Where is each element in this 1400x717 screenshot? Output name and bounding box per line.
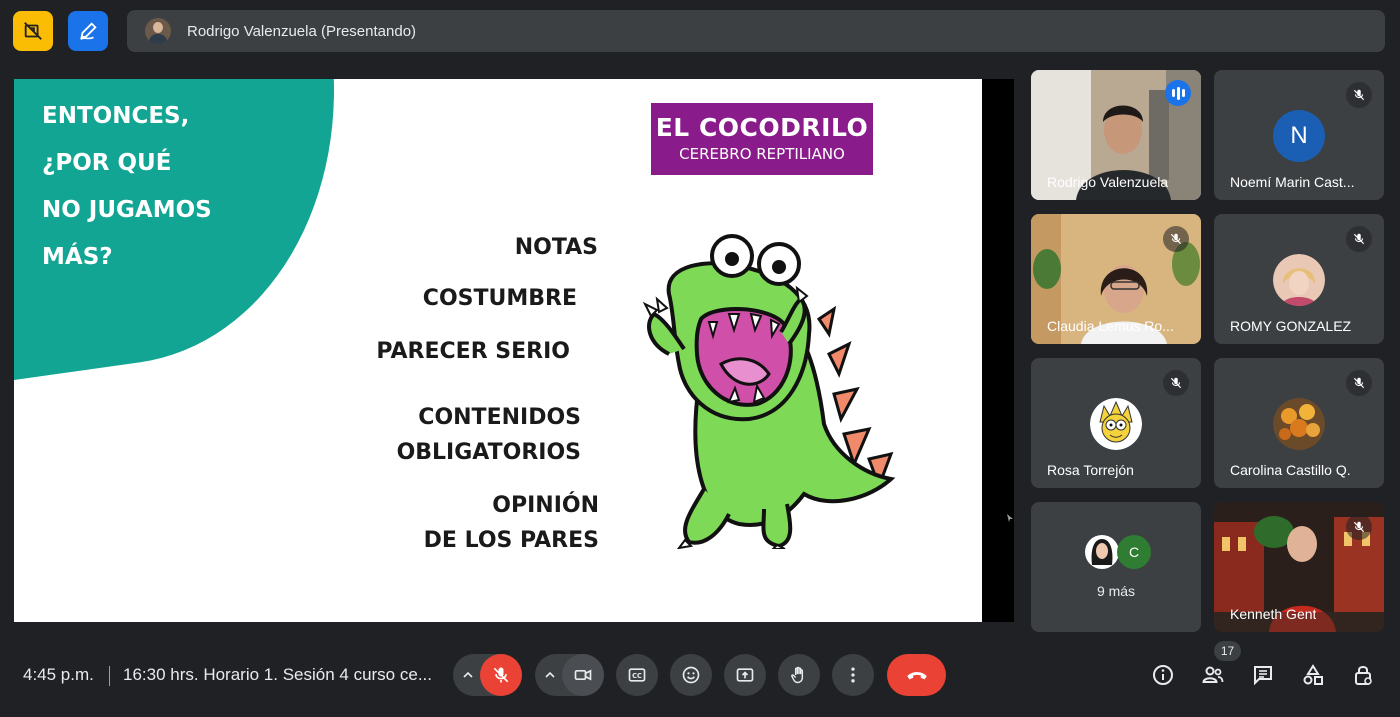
camera-toggle-button[interactable] (562, 654, 604, 696)
more-participants-label: 9 más (1096, 583, 1136, 599)
participant-name: Kenneth Gent (1230, 606, 1317, 622)
participant-tile-rosa[interactable]: Rosa Torrejón (1031, 358, 1201, 488)
activities-button[interactable] (1298, 660, 1328, 690)
lock-person-icon (1355, 666, 1372, 685)
participant-name: ROMY GONZALEZ (1230, 318, 1352, 334)
question-line: MÁS? (42, 244, 113, 270)
mic-off-icon (1346, 82, 1372, 108)
cursor-icon (1007, 514, 1013, 522)
video-camera-icon (574, 669, 592, 681)
reason-item: OPINIÓN (492, 493, 599, 518)
chat-icon (1254, 666, 1272, 686)
end-call-icon (906, 672, 927, 680)
participant-avatar (1090, 398, 1142, 450)
shapes-icon (1303, 664, 1323, 685)
closed-captions-icon: CC (628, 668, 646, 682)
present-icon (736, 668, 754, 682)
reason-item: NOTAS (514, 235, 598, 260)
reason-item: PARECER SERIO (376, 339, 570, 364)
participant-name: Rosa Torrejón (1047, 462, 1134, 478)
participant-name: Rodrigo Valenzuela (1047, 174, 1169, 190)
chevron-up-icon (463, 671, 473, 678)
participant-tile-romy[interactable]: ROMY GONZALEZ (1214, 214, 1384, 344)
participant-name: Carolina Castillo Q. (1230, 462, 1351, 478)
reason-item: DE LOS PARES (423, 528, 599, 553)
participant-tile-rodrigo[interactable]: Rodrigo Valenzuela (1031, 70, 1201, 200)
participant-tile-kenneth[interactable]: Kenneth Gent (1214, 502, 1384, 632)
mic-off-icon (493, 667, 509, 683)
meeting-title: 16:30 hrs. Horario 1. Sesión 4 curso ce.… (123, 665, 432, 684)
leave-call-button[interactable] (887, 654, 946, 696)
raise-hand-button[interactable] (778, 654, 820, 696)
pen-icon (80, 22, 97, 40)
meeting-details-button[interactable] (1148, 660, 1178, 690)
dinosaur-illustration (642, 234, 896, 549)
question-line: ENTONCES, (42, 103, 190, 129)
participant-avatar: C (1117, 535, 1151, 569)
presenter-bar[interactable]: Rodrigo Valenzuela (Presentando) (127, 10, 1385, 52)
people-button[interactable] (1198, 660, 1228, 690)
current-time: 4:45 p.m. (23, 665, 94, 684)
captions-button[interactable]: CC (616, 654, 658, 696)
participant-avatar (1085, 535, 1119, 569)
reactions-button[interactable] (670, 654, 712, 696)
chat-button[interactable] (1248, 660, 1278, 690)
emoji-icon (682, 666, 700, 684)
crocodile-title: EL COCODRILO (655, 113, 869, 142)
mic-off-icon (1346, 514, 1372, 540)
video-options-button[interactable] (538, 654, 562, 696)
speaking-indicator-icon (1165, 80, 1191, 106)
reason-item: OBLIGATORIOS (396, 440, 581, 465)
mic-off-icon (1163, 370, 1189, 396)
hand-icon (791, 666, 804, 684)
participant-avatar (1273, 254, 1325, 306)
more-participants-tile[interactable]: C 9 más (1031, 502, 1201, 632)
crocodile-subtitle: CEREBRO REPTILIANO (679, 145, 845, 163)
reason-item: CONTENIDOS (418, 405, 581, 430)
audio-options-button[interactable] (456, 654, 480, 696)
people-count-badge: 17 (1214, 641, 1241, 661)
participant-tile-noemi[interactable]: N Noemí Marin Cast... (1214, 70, 1384, 200)
presenter-avatar (145, 18, 171, 44)
annotate-button[interactable] (68, 11, 108, 51)
mic-off-icon (1346, 370, 1372, 396)
participant-name: Noemí Marin Cast... (1230, 174, 1355, 190)
participant-tile-carolina[interactable]: Carolina Castillo Q. (1214, 358, 1384, 488)
participant-avatar: N (1273, 110, 1325, 162)
slide-question: ENTONCES, ¿POR QUÉ NO JUGAMOS MÁS? (42, 93, 342, 281)
mic-off-icon (1346, 226, 1372, 252)
participant-avatar (1273, 398, 1325, 450)
participant-tile-claudia[interactable]: Claudia Lemus Ro... (1031, 214, 1201, 344)
chevron-up-icon (545, 671, 555, 678)
mic-off-icon (1163, 226, 1189, 252)
reason-item: COSTUMBRE (422, 286, 577, 311)
shared-screen: ENTONCES, ¿POR QUÉ NO JUGAMOS MÁS? EL CO… (14, 79, 1014, 622)
participant-name: Claudia Lemus Ro... (1047, 318, 1174, 334)
mic-toggle-button[interactable] (480, 654, 522, 696)
question-line: ¿POR QUÉ (42, 150, 172, 176)
people-icon (1202, 666, 1224, 683)
video-off-icon (24, 22, 42, 40)
svg-text:CC: CC (632, 672, 642, 680)
no-video-feed-button[interactable] (13, 11, 53, 51)
presenter-label: Rodrigo Valenzuela (Presentando) (187, 22, 417, 40)
more-vertical-icon (851, 667, 855, 683)
host-controls-button[interactable] (1348, 660, 1378, 690)
crocodile-box: EL COCODRILO CEREBRO REPTILIANO (651, 103, 873, 175)
present-screen-button[interactable] (724, 654, 766, 696)
more-options-button[interactable] (832, 654, 874, 696)
presentation-slide: ENTONCES, ¿POR QUÉ NO JUGAMOS MÁS? EL CO… (14, 79, 982, 622)
info-icon (1153, 665, 1173, 685)
question-line: NO JUGAMOS (42, 197, 212, 223)
divider (109, 666, 110, 686)
